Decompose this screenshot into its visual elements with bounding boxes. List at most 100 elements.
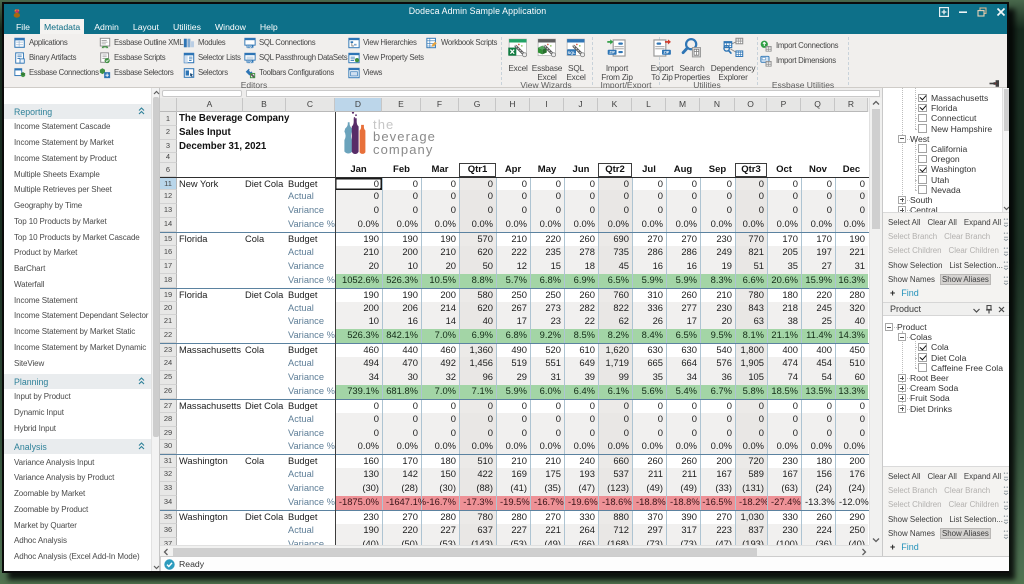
value-cell[interactable]: 0 (700, 178, 735, 191)
value-cell[interactable]: 400 (767, 344, 801, 357)
value-cell[interactable]: 0 (801, 413, 835, 427)
product-cell[interactable]: Cola (243, 344, 286, 357)
value-cell[interactable]: 0 (335, 400, 382, 413)
product-cell[interactable] (243, 246, 286, 260)
value-cell[interactable]: 150 (421, 468, 459, 482)
sidebar-view-item[interactable]: Income Statement Dependant Selector (4, 308, 152, 324)
value-cell[interactable]: 18.5% (767, 385, 801, 399)
value-cell[interactable]: 454 (801, 357, 835, 371)
menu-item-help[interactable]: Help (256, 19, 282, 34)
market-cell[interactable]: Washington (177, 511, 243, 524)
product-button-clear-all[interactable]: Clear All (925, 471, 958, 482)
value-cell[interactable]: 193 (564, 468, 598, 482)
value-cell[interactable]: 6.1% (598, 385, 632, 399)
market-cell[interactable] (177, 427, 243, 441)
value-cell[interactable]: 0 (564, 400, 598, 413)
value-cell[interactable]: 39 (564, 371, 598, 385)
value-cell[interactable]: 0 (382, 178, 421, 191)
value-cell[interactable]: 0 (496, 178, 530, 191)
menu-item-window[interactable]: Window (211, 19, 250, 34)
product-find-link[interactable]: Find (901, 542, 919, 552)
value-cell[interactable]: 230 (335, 511, 382, 524)
value-cell[interactable]: 0 (598, 178, 632, 191)
sidebar-view-item[interactable]: Income Statement (4, 292, 152, 308)
value-cell[interactable]: 130 (335, 468, 382, 482)
value-cell[interactable]: 0.0% (632, 218, 666, 232)
market-cell[interactable] (177, 260, 243, 274)
value-cell[interactable]: 170 (767, 233, 801, 246)
market-button-clear-all[interactable]: Clear All (925, 217, 958, 228)
product-button-show-aliases[interactable]: Show Aliases (940, 528, 991, 539)
product-cell[interactable]: Cola (243, 455, 286, 468)
product-cell[interactable] (243, 274, 286, 288)
value-cell[interactable]: 0.0% (735, 440, 767, 454)
product-find-row[interactable]: +Find (883, 541, 1009, 554)
sidebar-view-item[interactable]: BarChart (4, 261, 152, 277)
value-cell[interactable]: 13.3% (835, 385, 868, 399)
value-cell[interactable]: 50 (459, 260, 496, 274)
value-cell[interactable]: 245 (801, 302, 835, 316)
value-cell[interactable]: 211 (632, 468, 666, 482)
value-cell[interactable]: 282 (564, 302, 598, 316)
value-cell[interactable]: 40 (835, 315, 868, 329)
column-header-n[interactable]: N (700, 98, 735, 112)
value-cell[interactable]: (36) (801, 538, 835, 545)
ribbon-button-applications[interactable]: Applications (14, 35, 99, 50)
value-cell[interactable]: 317 (666, 524, 700, 538)
product-cell[interactable] (243, 302, 286, 316)
value-cell[interactable]: 510 (459, 455, 496, 468)
series-label-cell[interactable]: Budget (286, 344, 335, 357)
value-cell[interactable]: 712 (598, 524, 632, 538)
value-cell[interactable]: 51 (735, 260, 767, 274)
product-cell[interactable]: Diet Cola (243, 178, 286, 191)
value-cell[interactable]: 205 (767, 246, 801, 260)
month-header-jul[interactable]: Jul (632, 163, 666, 177)
value-cell[interactable]: 20 (421, 260, 459, 274)
sidebar-view-item[interactable]: Multiple Retrieves per Sheet (4, 182, 152, 198)
value-cell[interactable]: 9.5% (700, 329, 735, 343)
value-cell[interactable]: 218 (767, 302, 801, 316)
month-header-oct[interactable]: Oct (767, 163, 801, 177)
product-cell[interactable] (243, 524, 286, 538)
row-header-25[interactable]: 25 (160, 371, 177, 385)
value-cell[interactable]: 0.0% (835, 440, 868, 454)
value-cell[interactable]: 0 (835, 178, 868, 191)
value-cell[interactable]: 23 (530, 315, 564, 329)
market-cell[interactable] (177, 315, 243, 329)
value-cell[interactable]: 0.0% (735, 218, 767, 232)
value-cell[interactable]: 620 (459, 302, 496, 316)
ribbon-button-views[interactable]: Views (348, 65, 424, 80)
column-header-r[interactable]: R (835, 98, 868, 112)
market-cell[interactable]: New York (177, 178, 243, 191)
sidebar-scrollbar[interactable] (151, 88, 159, 571)
value-cell[interactable]: 0 (700, 427, 735, 441)
value-cell[interactable]: 200 (335, 302, 382, 316)
value-cell[interactable]: 780 (735, 289, 767, 302)
product-cell[interactable]: Diet Cola (243, 289, 286, 302)
value-cell[interactable]: 470 (382, 357, 421, 371)
value-cell[interactable]: 8.5% (564, 329, 598, 343)
value-cell[interactable]: 0 (767, 413, 801, 427)
value-cell[interactable]: 492 (421, 357, 459, 371)
value-cell[interactable]: 0.0% (421, 218, 459, 232)
checkbox-unchecked[interactable] (918, 175, 927, 184)
scroll-up-icon[interactable] (870, 98, 881, 108)
collapse-section-icon[interactable] (138, 442, 145, 452)
value-cell[interactable]: 230 (700, 233, 735, 246)
ribbon-button-sql-connections[interactable]: SQLSQL Connections (244, 35, 347, 50)
value-cell[interactable]: 200 (700, 455, 735, 468)
sheet-title-cell[interactable]: The Beverage Company (177, 112, 869, 126)
value-cell[interactable]: 190 (835, 233, 868, 246)
series-label-cell[interactable]: Variance (286, 538, 335, 545)
value-cell[interactable]: 330 (767, 511, 801, 524)
value-cell[interactable]: 0 (767, 178, 801, 191)
value-cell[interactable]: 210 (700, 289, 735, 302)
value-cell[interactable]: 11.4% (801, 329, 835, 343)
series-label-cell[interactable]: Variance (286, 427, 335, 441)
ribbon-button-toolbars-configurations[interactable]: Toolbars Configurations (244, 65, 347, 80)
value-cell[interactable]: 250 (496, 289, 530, 302)
value-cell[interactable]: 5.9% (496, 385, 530, 399)
sidebar-view-item[interactable]: Variance Analysis by Product (4, 470, 152, 486)
value-cell[interactable]: 1,360 (459, 344, 496, 357)
value-cell[interactable]: 1,800 (735, 344, 767, 357)
